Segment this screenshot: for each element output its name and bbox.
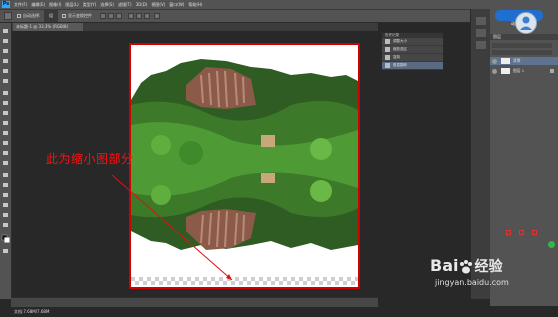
- avatar-icon: [520, 16, 532, 30]
- history-state-icon: [385, 63, 390, 68]
- watermark-url: jingyan.baidu.com: [435, 278, 509, 287]
- document-size-status: 文档:7.68M/7.68M: [14, 309, 50, 314]
- layer-thumbnail: [501, 58, 510, 64]
- history-item[interactable]: 复制: [382, 54, 443, 62]
- annotation-text: 此为缩小图部分: [46, 152, 134, 166]
- layer-name: 图层 1: [513, 68, 525, 73]
- properties-dock-icon[interactable]: [476, 29, 486, 37]
- eye-icon[interactable]: [492, 58, 497, 64]
- layer-link-icon[interactable]: [506, 230, 511, 235]
- layer-row-active[interactable]: 背景: [490, 57, 558, 65]
- layers-panel-title: 图层: [490, 34, 558, 40]
- layer-mask-icon[interactable]: [532, 230, 537, 235]
- layer-row[interactable]: 图层 1: [490, 67, 558, 75]
- history-state-icon: [385, 55, 390, 60]
- layer-thumbnail: [501, 68, 510, 74]
- history-dock-icon[interactable]: [476, 17, 486, 25]
- adjustments-dock-icon[interactable]: [476, 41, 486, 49]
- layer-style-icon[interactable]: [519, 230, 524, 235]
- history-state-icon: [385, 47, 390, 52]
- new-layer-button[interactable]: [548, 241, 555, 248]
- user-avatar[interactable]: [515, 12, 537, 34]
- watermark-brand: Bai: [430, 256, 459, 275]
- history-item[interactable]: 缩放选区: [382, 46, 443, 54]
- lock-icon: [550, 69, 554, 73]
- eye-icon[interactable]: [492, 68, 497, 74]
- history-panel: 历史记录 调整大小 缩放选区 复制 垂直翻转: [381, 32, 444, 70]
- history-item-selected[interactable]: 垂直翻转: [382, 62, 443, 70]
- layer-filter-control[interactable]: [492, 43, 552, 48]
- watermark-suffix: 经验: [474, 259, 503, 275]
- history-state-icon: [385, 39, 390, 44]
- blend-mode-control[interactable]: [492, 50, 552, 55]
- paw-icon: [460, 259, 473, 273]
- baidu-watermark: Bai 经验 jingyan.baidu.com: [430, 256, 509, 287]
- history-item[interactable]: 调整大小: [382, 38, 443, 46]
- layer-name: 背景: [513, 58, 521, 63]
